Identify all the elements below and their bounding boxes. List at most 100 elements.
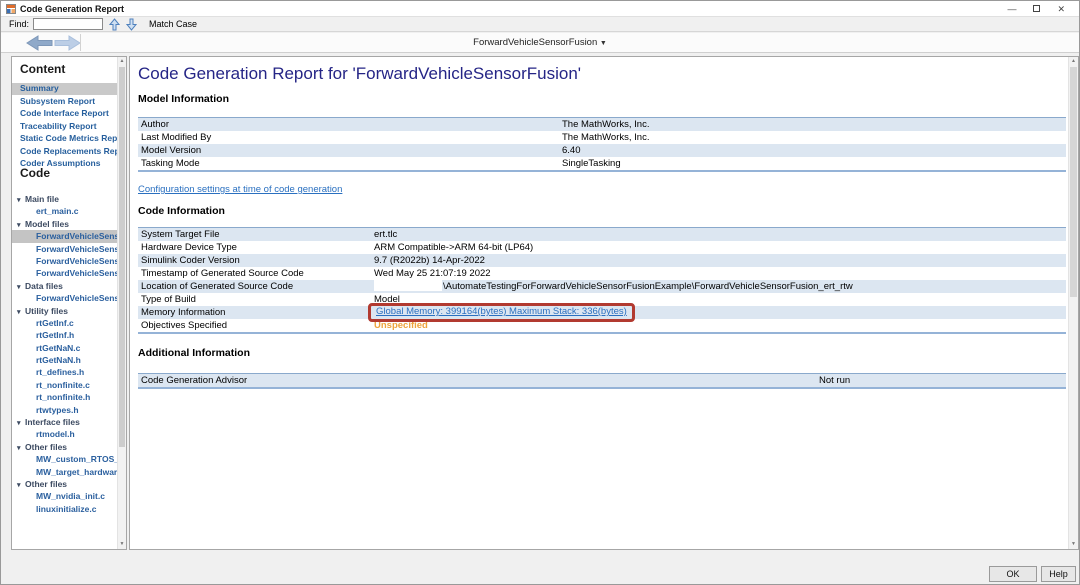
tree-group-label: Model files xyxy=(25,219,69,229)
row-value: The MathWorks, Inc. xyxy=(562,118,1066,131)
table-row: Code Generation AdvisorNot run xyxy=(138,374,1066,387)
report-main-panel: Code Generation Report for 'ForwardVehic… xyxy=(129,56,1079,550)
sidebar-item-summary[interactable]: Summary xyxy=(12,83,118,95)
sidebar-tree-file[interactable]: MW_target_hardware_r xyxy=(12,466,118,478)
table-row: Location of Generated Source Code\Automa… xyxy=(138,280,1066,293)
sidebar-tree-file[interactable]: ForwardVehicleSensorF xyxy=(12,267,118,279)
sidebar-tree-file[interactable]: rtGetInf.c xyxy=(12,317,118,329)
sidebar-tree-group[interactable]: ▾Utility files xyxy=(12,305,118,317)
help-button[interactable]: Help xyxy=(1041,566,1076,582)
sidebar-tree-file[interactable]: ert_main.c xyxy=(12,205,118,217)
row-value: Global Memory: 399164(bytes) Maximum Sta… xyxy=(374,306,1066,319)
sidebar-tree-file[interactable]: rtmodel.h xyxy=(12,428,118,440)
row-label: Objectives Specified xyxy=(138,319,374,332)
value-text: Not run xyxy=(819,375,850,386)
sidebar-tree-file[interactable]: rtGetNaN.c xyxy=(12,342,118,354)
find-previous-icon[interactable] xyxy=(109,18,120,31)
find-next-icon[interactable] xyxy=(126,18,137,31)
memory-information-link[interactable]: Global Memory: 399164(bytes) Maximum Sta… xyxy=(376,306,627,317)
maximize-icon[interactable] xyxy=(1033,4,1040,14)
sidebar-tree-group[interactable]: ▾Main file xyxy=(12,193,118,205)
main-scrollbar-thumb[interactable] xyxy=(1070,67,1077,297)
content-heading: Content xyxy=(20,62,65,76)
sidebar-tree-file[interactable]: rt_defines.h xyxy=(12,366,118,378)
sidebar-item-traceability-report[interactable]: Traceability Report xyxy=(12,121,118,133)
sidebar-tree-group[interactable]: ▾Model files xyxy=(12,218,118,230)
scroll-up-icon[interactable]: ▲ xyxy=(1069,57,1078,66)
match-case-option[interactable]: Match Case xyxy=(149,19,197,29)
sidebar-tree-file[interactable]: MW_custom_RTOS_hea xyxy=(12,453,118,465)
row-label: Simulink Coder Version xyxy=(138,254,374,267)
sidebar-tree-file[interactable]: rtwtypes.h xyxy=(12,404,118,416)
chevron-down-icon: ▼ xyxy=(600,40,607,47)
maximize-box xyxy=(1033,5,1040,12)
table-row: Tasking ModeSingleTasking xyxy=(138,157,1066,170)
scroll-up-icon[interactable]: ▲ xyxy=(118,57,126,66)
collapse-icon[interactable]: ▾ xyxy=(17,282,25,294)
value-text: ARM Compatible->ARM 64-bit (LP64) xyxy=(374,242,533,253)
scroll-down-icon[interactable]: ▼ xyxy=(118,540,126,549)
code-heading: Code xyxy=(20,166,50,180)
sidebar-tree-file[interactable]: ForwardVehicleSensorF xyxy=(12,292,118,304)
collapse-icon[interactable]: ▾ xyxy=(17,480,25,492)
value-text: The MathWorks, Inc. xyxy=(562,119,649,130)
sidebar-item-subsystem-report[interactable]: Subsystem Report xyxy=(12,96,118,108)
row-value: SingleTasking xyxy=(562,157,1066,170)
memory-info-highlight-box: Global Memory: 399164(bytes) Maximum Sta… xyxy=(368,303,635,322)
collapse-icon[interactable]: ▾ xyxy=(17,195,25,207)
scroll-down-icon[interactable]: ▼ xyxy=(1069,540,1078,549)
sidebar-tree-file[interactable]: rtGetInf.h xyxy=(12,329,118,341)
sidebar-tree-file[interactable]: ForwardVehicleSensorF xyxy=(12,255,118,267)
collapse-icon[interactable]: ▾ xyxy=(17,418,25,430)
sidebar-tree-file[interactable]: linuxinitialize.c xyxy=(12,503,118,515)
dialog-footer: OK Help xyxy=(1,557,1079,584)
value-text: ert.tlc xyxy=(374,229,397,240)
sidebar-item-code-replacements-report[interactable]: Code Replacements Report xyxy=(12,146,118,158)
code-generation-report-window: Code Generation Report — ✕ Find: Match C… xyxy=(0,0,1080,585)
sidebar-tree-group[interactable]: ▾Data files xyxy=(12,280,118,292)
table-row: Hardware Device TypeARM Compatible->ARM … xyxy=(138,241,1066,254)
row-label: Author xyxy=(138,118,562,131)
main-scrollbar[interactable]: ▲ ▼ xyxy=(1068,57,1078,549)
sidebar-tree-file[interactable]: rt_nonfinite.h xyxy=(12,391,118,403)
sidebar-tree-group[interactable]: ▾Other files xyxy=(12,478,118,490)
window-controls: — ✕ xyxy=(1007,4,1075,14)
collapse-icon[interactable]: ▾ xyxy=(17,220,25,232)
window-title: Code Generation Report xyxy=(20,4,124,14)
sidebar-tree-file[interactable]: rtGetNaN.h xyxy=(12,354,118,366)
row-value: 9.7 (R2022b) 14-Apr-2022 xyxy=(374,254,1066,267)
minimize-icon[interactable]: — xyxy=(1007,4,1016,14)
table-row: Simulink Coder Version9.7 (R2022b) 14-Ap… xyxy=(138,254,1066,267)
table-row: Memory InformationGlobal Memory: 399164(… xyxy=(138,306,1066,319)
find-input[interactable] xyxy=(33,18,103,30)
collapse-icon[interactable]: ▾ xyxy=(17,443,25,455)
row-label: Location of Generated Source Code xyxy=(138,280,374,293)
row-label: Hardware Device Type xyxy=(138,241,374,254)
row-label: Last Modified By xyxy=(138,131,562,144)
model-selector-label: ForwardVehicleSensorFusion xyxy=(473,37,597,48)
configuration-settings-link[interactable]: Configuration settings at time of code g… xyxy=(138,184,342,195)
sidebar-item-code-interface-report[interactable]: Code Interface Report xyxy=(12,108,118,120)
sidebar-tree-file[interactable]: MW_nvidia_init.c xyxy=(12,490,118,502)
sidebar-scrollbar-thumb[interactable] xyxy=(119,67,125,447)
tree-group-label: Other files xyxy=(25,442,67,452)
additional-information-heading: Additional Information xyxy=(138,347,250,359)
title-bar: Code Generation Report — ✕ xyxy=(1,1,1079,16)
sidebar-tree-file[interactable]: ForwardVehicleSensorF xyxy=(12,230,118,242)
row-value: The MathWorks, Inc. xyxy=(562,131,1066,144)
sidebar-tree-file[interactable]: ForwardVehicleSensorF xyxy=(12,243,118,255)
sidebar-tree-group[interactable]: ▾Interface files xyxy=(12,416,118,428)
row-label: Timestamp of Generated Source Code xyxy=(138,267,374,280)
model-information-table: AuthorThe MathWorks, Inc.Last Modified B… xyxy=(138,117,1066,172)
table-row: System Target Fileert.tlc xyxy=(138,228,1066,241)
table-row: Model Version6.40 xyxy=(138,144,1066,157)
collapse-icon[interactable]: ▾ xyxy=(17,307,25,319)
model-selector-dropdown[interactable]: ForwardVehicleSensorFusion ▼ xyxy=(1,37,1079,48)
sidebar-tree-file[interactable]: rt_nonfinite.c xyxy=(12,379,118,391)
close-icon[interactable]: ✕ xyxy=(1057,4,1065,14)
sidebar-item-static-code-metrics-report[interactable]: Static Code Metrics Report xyxy=(12,133,118,145)
sidebar-tree-group[interactable]: ▾Other files xyxy=(12,441,118,453)
ok-button[interactable]: OK xyxy=(989,566,1037,582)
sidebar-scrollbar[interactable]: ▲ ▼ xyxy=(117,57,126,549)
table-row: Timestamp of Generated Source CodeWed Ma… xyxy=(138,267,1066,280)
